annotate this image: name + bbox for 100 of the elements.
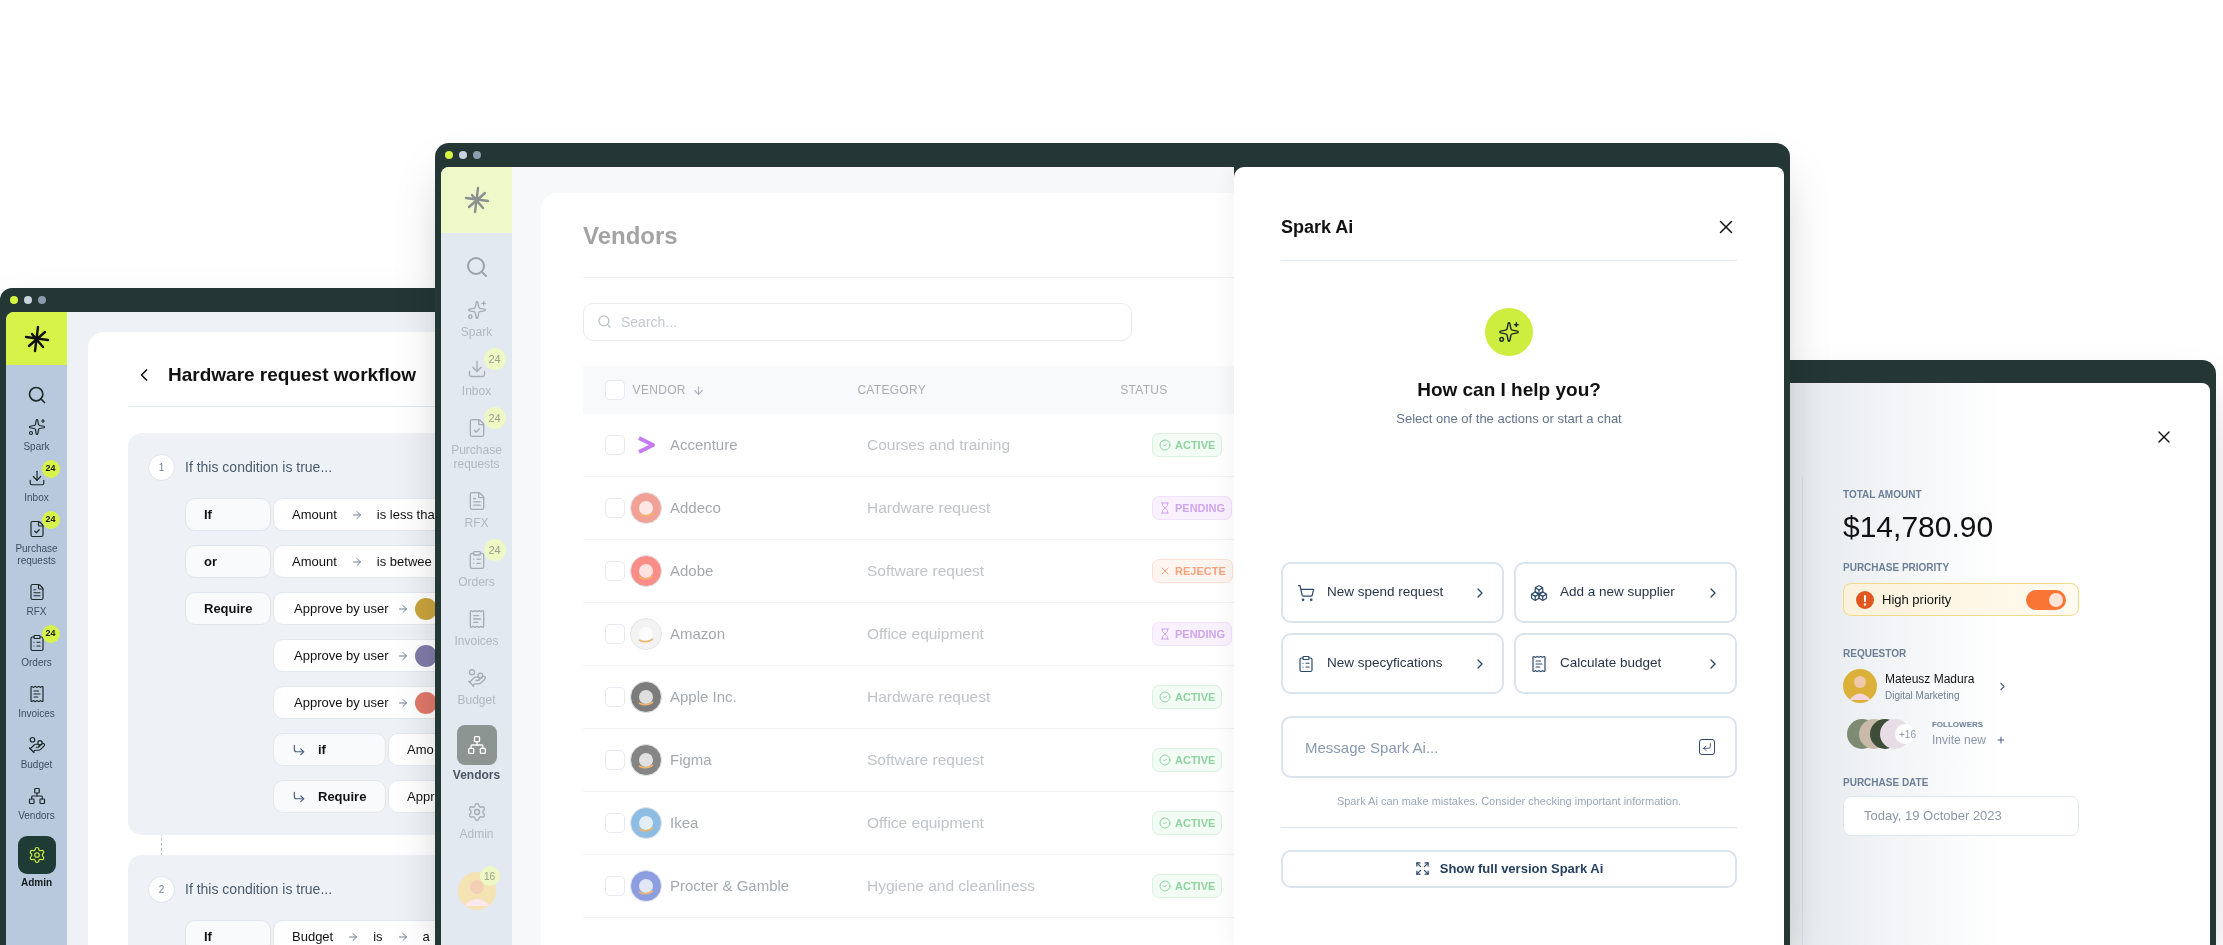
check-circle-icon (1159, 880, 1171, 892)
rule-chip[interactable]: Approve by user (273, 686, 436, 719)
arrow-right-icon (396, 649, 409, 662)
status-badge: ACTIVE (1152, 433, 1223, 457)
sidebar-item[interactable]: Vendors (7, 778, 66, 829)
table-cell-text: Procter & Gamble (670, 875, 790, 896)
count-badge: 16 (479, 866, 500, 886)
checkbox[interactable] (605, 561, 625, 581)
checkbox[interactable] (605, 750, 625, 770)
checkbox[interactable] (605, 498, 625, 518)
rule-chip[interactable]: Approve by user (273, 592, 436, 625)
receipt-icon (1530, 654, 1548, 673)
arrow-right-icon (350, 508, 363, 521)
sidebar-item[interactable]: Inbox 24 (7, 460, 66, 511)
message-field[interactable]: Message Spark Ai... (1281, 716, 1737, 778)
sidebar-item[interactable]: Spark (7, 409, 66, 460)
show-full-version-button[interactable]: Show full version Spark Ai (1281, 849, 1737, 888)
sidebar-item[interactable]: Invoices (7, 676, 66, 727)
check-circle-icon (1159, 691, 1171, 703)
rule-chip[interactable]: Amount is betwee (273, 545, 436, 578)
action-button[interactable]: New spend request (1281, 562, 1504, 623)
sparkles-icon (1498, 321, 1520, 343)
count-badge: 24 (41, 511, 60, 529)
table-cell-text: Office equipment (867, 624, 985, 645)
checkbox[interactable] (605, 687, 625, 707)
toggle-switch[interactable] (2026, 589, 2066, 610)
field-label: PURCHASE PRIORITY (1843, 561, 1951, 575)
count-badge: 24 (41, 460, 60, 478)
search-icon (26, 385, 47, 405)
rule-chip[interactable]: Amount is less tha (273, 498, 436, 531)
branch-chip[interactable]: if (273, 733, 386, 766)
alert-icon (1856, 590, 1874, 609)
logo-tile[interactable] (6, 312, 67, 365)
rule-value: a (422, 927, 430, 945)
field-label: TOTAL AMOUNT (1843, 488, 1923, 502)
requestor-role: Digital Marketing (1885, 688, 1961, 703)
branch-chip[interactable]: Require (273, 780, 386, 813)
action-button[interactable]: New specyfications (1281, 633, 1504, 694)
arrow-right-icon (350, 555, 363, 568)
network-icon (27, 787, 46, 805)
panel-title: Spark Ai (1281, 215, 1354, 239)
action-button[interactable]: Add a new supplier (1514, 562, 1737, 623)
table-cell-text: Office equipment (867, 813, 985, 834)
rule-value: Amount (292, 552, 337, 571)
table-cell-text: Hardware request (867, 498, 992, 519)
sidebar-item[interactable]: Budget (7, 727, 66, 778)
boxes-icon (1530, 583, 1548, 602)
search-button[interactable] (26, 385, 47, 405)
logo-tile[interactable] (441, 167, 512, 233)
action-button[interactable]: Calculate budget (1514, 633, 1737, 694)
operator-chip[interactable]: If (185, 920, 271, 945)
search-icon (464, 255, 489, 279)
network-icon (466, 735, 487, 755)
follower-count: +16 (1899, 727, 1916, 742)
checkbox[interactable] (605, 435, 625, 455)
document-check-icon (27, 520, 46, 538)
rule-chip[interactable]: Budget is a (273, 920, 436, 945)
check-circle-icon (1159, 439, 1171, 451)
plus-icon[interactable] (1996, 735, 2006, 745)
operator-chip[interactable]: Require (185, 592, 271, 625)
sidebar-item[interactable]: Admin (7, 829, 66, 896)
table-cell-text: Software request (867, 561, 986, 582)
user-avatar[interactable] (457, 872, 496, 910)
enter-icon[interactable] (1699, 739, 1715, 755)
search-field[interactable]: Search... (583, 303, 1132, 341)
status-badge: PENDING (1152, 622, 1233, 646)
checkbox[interactable] (605, 624, 625, 644)
panel-subtitle: Select one of the actions or start a chat (1396, 409, 1622, 428)
sidebar-item[interactable]: Purchase requests 24 (7, 511, 66, 574)
rule-chip[interactable]: Amo (388, 733, 436, 766)
checkbox[interactable] (605, 813, 625, 833)
status-badge: PENDING (1152, 496, 1233, 520)
table-cell-text: Courses and training (867, 435, 1012, 456)
operator-chip[interactable]: or (185, 545, 271, 578)
field-label: FOLLOWERS (1931, 719, 1985, 731)
sidebar-item[interactable]: Vendors (443, 716, 510, 791)
condition-heading: If this condition is true... (185, 458, 333, 477)
status-badge: ACTIVE (1152, 811, 1223, 835)
sidebar-item[interactable]: Orders 24 (7, 625, 66, 676)
rule-value: Amount (292, 505, 337, 524)
document-icon (27, 583, 46, 601)
condition-heading: If this condition is true... (185, 880, 333, 899)
tray-download-icon (27, 469, 46, 487)
page-title: Hardware request workflow (168, 362, 417, 387)
settings-icon (27, 846, 46, 864)
sidebar-item[interactable]: RFX (7, 574, 66, 625)
step-number: 1 (148, 454, 175, 481)
table-cell-text: Accenture (670, 434, 738, 455)
receipt-icon (27, 685, 46, 703)
operator-chip[interactable]: If (185, 498, 271, 531)
sparkles-icon (466, 300, 487, 320)
table-cell-text: Hardware request (867, 687, 992, 708)
rule-chip[interactable]: Approve by user (273, 639, 436, 672)
checkbox[interactable] (605, 876, 625, 896)
settings-icon (466, 802, 487, 822)
hand-coins-icon (466, 668, 487, 688)
arrow-right-icon (396, 602, 409, 615)
rule-chip[interactable]: Appr (388, 780, 436, 813)
checkbox[interactable] (605, 380, 625, 400)
arrow-right-icon (396, 696, 409, 709)
